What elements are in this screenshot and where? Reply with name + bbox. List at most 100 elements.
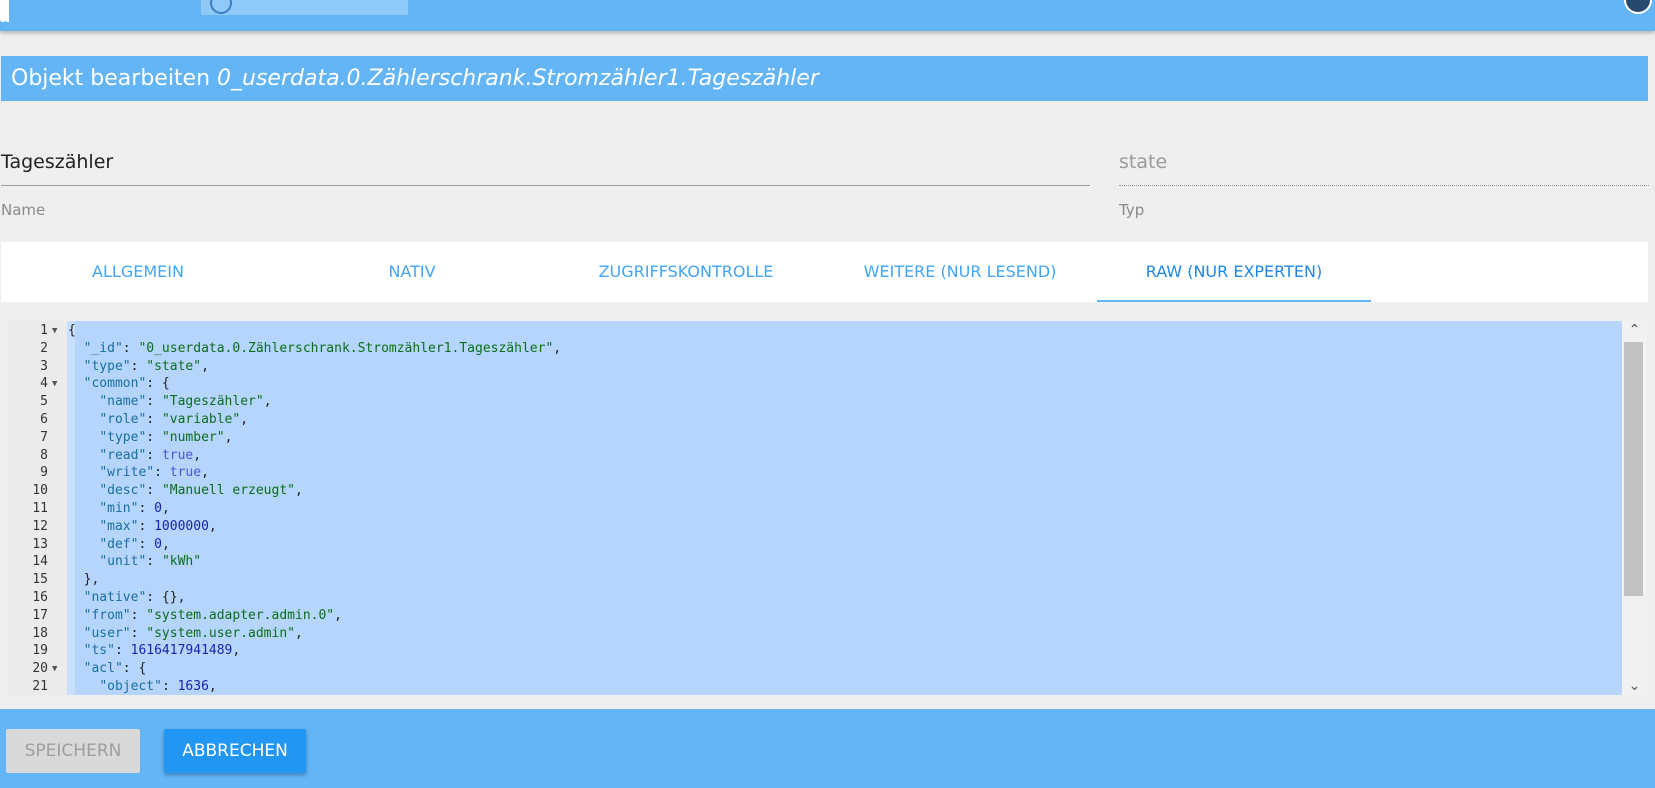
line-number: 5 [40, 394, 48, 410]
json-number: 1616417941489 [130, 643, 233, 659]
json-punct: : [130, 358, 147, 374]
line-number: 2 [40, 340, 48, 356]
code-line[interactable]: 21 "object": 1636, [8, 678, 1622, 695]
json-key: "role" [99, 412, 147, 427]
code-line[interactable]: 16 "native": {}, [8, 589, 1622, 607]
code-text: "role": "variable", [68, 411, 248, 429]
code-line[interactable]: 17 "from": "system.adapter.admin.0", [8, 607, 1622, 625]
json-punct: , [201, 358, 209, 374]
tab-nativ[interactable]: NATIV [275, 242, 549, 302]
json-key: "type" [83, 358, 131, 374]
code-text: "type": "number", [68, 429, 232, 447]
json-number: 0 [154, 501, 162, 516]
line-number: 13 [32, 536, 48, 552]
tab-allgemein[interactable]: ALLGEMEIN [1, 242, 275, 302]
json-punct [68, 430, 99, 445]
json-punct [68, 554, 99, 569]
code-text: "unit": "kWh" [68, 553, 201, 571]
line-number: 12 [32, 518, 48, 534]
json-punct [68, 341, 84, 356]
line-number: 21 [32, 679, 48, 694]
tab-raw[interactable]: RAW (NUR EXPERTEN) [1097, 242, 1371, 302]
json-punct [68, 483, 99, 498]
json-punct: : { [146, 376, 170, 392]
instance-selector[interactable] [201, 0, 408, 15]
tab-bar: ALLGEMEIN NATIV ZUGRIFFSKONTROLLE WEITER… [1, 242, 1648, 302]
code-line[interactable]: 20 ▼ "acl": { [8, 660, 1622, 678]
json-punct [68, 643, 84, 658]
code-line[interactable]: 13 "def": 0, [8, 536, 1622, 554]
json-number: 1000000 [154, 518, 209, 534]
scroll-up-icon[interactable]: ⌃ [1622, 321, 1647, 339]
code-line[interactable]: 6 "role": "variable", [8, 411, 1622, 429]
json-key: "type" [99, 429, 147, 445]
json-punct: , [161, 501, 170, 516]
name-label: Name [1, 201, 46, 219]
code-line[interactable]: 4 ▼ "common": { [8, 375, 1622, 393]
json-punct: , [263, 394, 272, 410]
code-text: "common": { [68, 375, 170, 393]
code-line[interactable]: 15 }, [8, 571, 1622, 589]
json-string: "variable" [161, 412, 241, 427]
json-punct [68, 626, 84, 641]
json-punct: , [161, 536, 170, 552]
avatar[interactable] [1624, 0, 1652, 14]
fold-toggle-icon[interactable]: ▼ [52, 322, 57, 340]
line-number: 15 [32, 572, 48, 588]
json-punct: }, [68, 572, 100, 588]
json-punct: : [146, 483, 162, 499]
code-line[interactable]: 19 "ts": 1616417941489, [8, 642, 1622, 660]
json-string: "system.adapter.admin.0" [146, 607, 335, 623]
code-line[interactable]: 18 "user": "system.user.admin", [8, 625, 1622, 643]
line-number: 17 [32, 607, 48, 623]
scrollbar-thumb[interactable] [1624, 342, 1643, 596]
json-key: "unit" [99, 554, 147, 570]
code-line[interactable]: 11 "min": 0, [8, 500, 1622, 518]
json-key: "def" [99, 536, 139, 552]
cancel-button[interactable]: ABBRECHEN [164, 729, 306, 773]
code-text: "_id": "0_userdata.0.Zählerschrank.Strom… [68, 340, 561, 358]
json-punct [68, 359, 84, 374]
code-line[interactable]: 12 "max": 1000000, [8, 518, 1622, 536]
tab-zugriffskontrolle[interactable]: ZUGRIFFSKONTROLLE [549, 242, 823, 302]
code-text: "read": true, [68, 447, 201, 465]
name-input[interactable]: Tageszähler [1, 151, 113, 173]
code-line[interactable]: 8 "read": true, [8, 447, 1622, 465]
code-line[interactable]: 7 "type": "number", [8, 429, 1622, 447]
code-line[interactable]: 9 "write": true, [8, 464, 1622, 482]
json-punct [68, 608, 84, 623]
json-boolean: true [161, 447, 194, 463]
json-key: "write" [99, 465, 155, 481]
json-punct: , [295, 625, 303, 641]
json-key: "common" [83, 376, 147, 392]
line-number: 9 [40, 465, 48, 481]
line-number: 4 [40, 376, 48, 392]
json-string: "0_userdata.0.Zählerschrank.Stromzähler1… [138, 340, 554, 356]
code-line[interactable]: 1 ▼ { [8, 322, 1622, 340]
json-punct [68, 465, 99, 480]
json-string: "Manuell erzeugt" [161, 483, 295, 499]
code-line[interactable]: 2 "_id": "0_userdata.0.Zählerschrank.Str… [8, 340, 1622, 358]
code-text: "desc": "Manuell erzeugt", [68, 482, 303, 500]
editor-scrollbar[interactable]: ⌃ ⌄ [1622, 321, 1647, 695]
json-key: "from" [83, 607, 131, 623]
json-punct [68, 590, 84, 605]
code-line[interactable]: 14 "unit": "kWh" [8, 553, 1622, 571]
json-punct: : [146, 447, 162, 463]
json-punct: : [146, 429, 162, 445]
line-number: 10 [32, 483, 48, 499]
save-button[interactable]: SPEICHERN [6, 729, 140, 773]
code-line[interactable]: 5 "name": "Tageszähler", [8, 393, 1622, 411]
tab-weitere[interactable]: WEITERE (NUR LESEND) [823, 242, 1097, 302]
fold-toggle-icon[interactable]: ▼ [52, 375, 57, 393]
code-text: { [68, 322, 76, 340]
code-line[interactable]: 10 "desc": "Manuell erzeugt", [8, 482, 1622, 500]
fold-toggle-icon[interactable]: ▼ [52, 660, 57, 678]
dialog-actions: SPEICHERN ABBRECHEN [0, 709, 1655, 788]
json-editor[interactable]: 1 ▼ {2 "_id": "0_userdata.0.Zählerschrank.… [8, 321, 1622, 695]
chevron-icon[interactable] [6, 0, 9, 22]
code-text: "min": 0, [68, 500, 170, 518]
json-punct: , [224, 429, 233, 445]
scroll-down-icon[interactable]: ⌄ [1622, 677, 1647, 695]
code-line[interactable]: 3 "type": "state", [8, 358, 1622, 376]
